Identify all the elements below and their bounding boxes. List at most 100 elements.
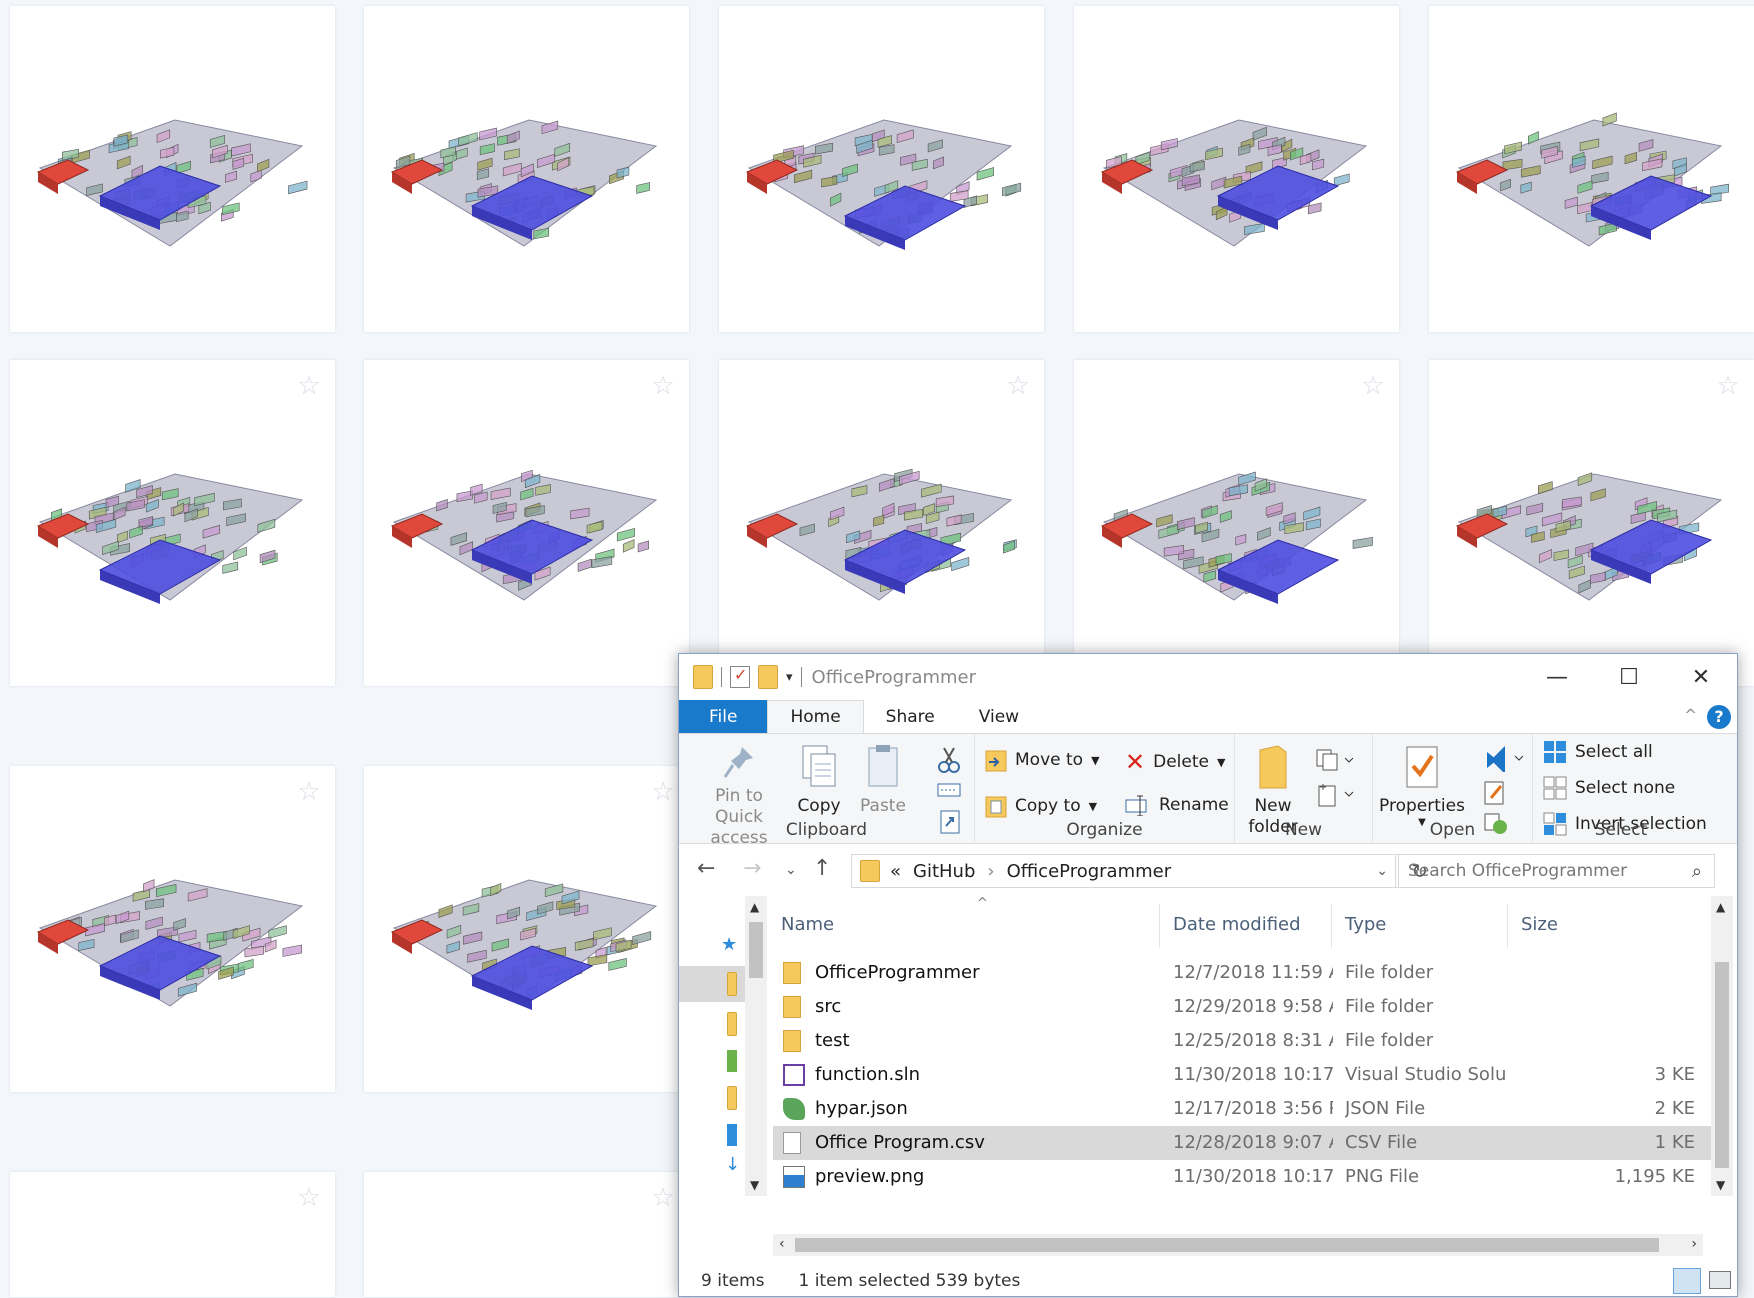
column-header-type[interactable]: Type (1345, 896, 1386, 952)
thumbnail-card[interactable]: ☆ (364, 360, 689, 686)
tab-file[interactable]: File (679, 700, 768, 733)
folder-icon (783, 1030, 801, 1052)
large-icons-view-icon[interactable] (1709, 1271, 1731, 1289)
file-row[interactable]: preview.png 11/30/2018 10:17 ... PNG File 1… (773, 1160, 1713, 1194)
favorite-star-icon[interactable]: ☆ (295, 1184, 323, 1212)
new-folder-icon[interactable] (758, 665, 778, 689)
file-row[interactable]: Office Program.csv 12/28/2018 9:07 AM CSV … (773, 1126, 1713, 1160)
favorite-star-icon[interactable]: ☆ (649, 778, 677, 806)
recent-locations-icon[interactable]: ⌄ (785, 862, 797, 878)
address-bar[interactable]: « GitHub › OfficeProgrammer ⌄ ↻ (851, 854, 1428, 888)
easy-access-icon[interactable] (1313, 780, 1357, 808)
tab-home[interactable]: Home (767, 700, 864, 733)
thumbnail-card[interactable]: ☆ (10, 1172, 335, 1297)
scroll-down-icon[interactable]: ▼ (750, 1178, 759, 1192)
nav-scrollbar[interactable]: ▲ ▼ (745, 896, 767, 1196)
favorite-star-icon[interactable]: ☆ (649, 1184, 677, 1212)
thumbnail-card[interactable]: ☆ (364, 766, 689, 1092)
copy-to-button[interactable]: Copy to ▼ (985, 794, 1097, 818)
tab-view[interactable]: View (957, 700, 1041, 733)
tab-share[interactable]: Share (864, 700, 957, 733)
open-group-label: Open (1429, 820, 1476, 840)
thumbnail-card[interactable] (10, 6, 335, 332)
ribbon-tabs: File Home Share View (679, 700, 1737, 734)
folder-icon (727, 1086, 737, 1110)
file-row[interactable]: test 12/25/2018 8:31 AM File folder (773, 1024, 1713, 1058)
file-list-vertical-scrollbar[interactable]: ▲ ▼ (1711, 896, 1733, 1196)
maximize-button[interactable]: ☐ (1593, 654, 1665, 700)
thumbnail-card[interactable]: ☆ (1429, 360, 1754, 686)
favorite-star-icon[interactable]: ☆ (1004, 372, 1032, 400)
delete-button[interactable]: ✕ Delete ▼ (1125, 748, 1225, 776)
thumbnail-card[interactable] (1074, 6, 1399, 332)
thumbnail-card[interactable]: ☆ (10, 360, 335, 686)
quick-access-pin-icon[interactable]: ★ (721, 934, 737, 955)
new-item-icon[interactable] (1313, 746, 1357, 774)
copy-button[interactable]: Copy (791, 744, 847, 817)
column-header-name[interactable]: Name (781, 896, 834, 952)
scroll-thumb[interactable] (749, 922, 763, 978)
address-dropdown-icon[interactable]: ⌄ (1376, 863, 1388, 879)
thumbnail-card[interactable] (719, 6, 1044, 332)
minimize-button[interactable]: — (1521, 654, 1593, 700)
column-header-date-modified[interactable]: Date modified (1173, 896, 1301, 952)
file-date-modified: 11/30/2018 10:17 ... (1173, 1166, 1333, 1187)
properties-icon[interactable] (730, 665, 750, 688)
file-name: preview.png (815, 1166, 925, 1187)
file-row[interactable]: hypar.json 12/17/2018 3:56 PM JSON File 2 K… (773, 1092, 1713, 1126)
select-all-button[interactable]: Select all (1543, 740, 1653, 764)
help-button[interactable]: ? (1707, 705, 1731, 729)
thumbnail-card[interactable]: ☆ (364, 1172, 689, 1297)
file-name: src (815, 996, 842, 1017)
file-date-modified: 12/17/2018 3:56 PM (1173, 1098, 1333, 1119)
scroll-left-icon[interactable]: ‹ (779, 1236, 785, 1252)
thumbnail-card[interactable] (364, 6, 689, 332)
details-view-icon[interactable] (1673, 1268, 1701, 1294)
file-row[interactable]: function.sln 11/30/2018 10:17 ... Visual S… (773, 1058, 1713, 1092)
favorite-star-icon[interactable]: ☆ (1359, 372, 1387, 400)
collapse-ribbon-icon[interactable]: ^ (1684, 706, 1697, 724)
column-divider (1331, 904, 1332, 948)
close-button[interactable]: ✕ (1665, 654, 1737, 700)
properties-button[interactable]: Properties ▼ (1377, 744, 1467, 829)
scroll-down-icon[interactable]: ▼ (1716, 1178, 1725, 1192)
select-group: Select all Select none Invert selection … (1533, 734, 1709, 844)
file-type: JSON File (1345, 1098, 1426, 1119)
move-to-button[interactable]: Move to ▼ (985, 748, 1100, 772)
scroll-up-icon[interactable]: ▲ (750, 900, 759, 914)
favorite-star-icon[interactable]: ☆ (649, 372, 677, 400)
rename-button[interactable]: Rename (1125, 794, 1229, 816)
scroll-thumb[interactable] (795, 1238, 1659, 1252)
visual-studio-code-icon[interactable] (1483, 744, 1525, 772)
thumbnail-card[interactable]: ☆ (10, 766, 335, 1092)
scroll-right-icon[interactable]: › (1691, 1236, 1697, 1252)
column-header-size[interactable]: Size (1521, 896, 1558, 952)
up-arrow-icon[interactable]: ↑ (813, 856, 831, 881)
paste-button[interactable]: Paste (855, 744, 911, 817)
navigation-pane[interactable]: ★ ↓ ▲ ▼ (679, 896, 767, 1196)
thumbnail-card[interactable]: ☆ (719, 360, 1044, 686)
file-row[interactable]: src 12/29/2018 9:58 AM File folder (773, 990, 1713, 1024)
forward-arrow-icon[interactable]: → (743, 856, 761, 881)
sort-ascending-icon: ^ (977, 896, 988, 911)
thumbnail-card[interactable] (1429, 6, 1754, 332)
favorite-star-icon[interactable]: ☆ (295, 372, 323, 400)
back-arrow-icon[interactable]: ← (697, 856, 715, 881)
select-none-button[interactable]: Select none (1543, 776, 1675, 800)
edit-icon[interactable] (1483, 780, 1507, 806)
building-model-thumbnail (390, 469, 658, 601)
overflow-crumbs-icon[interactable]: « (890, 861, 901, 882)
file-row[interactable]: OfficeProgrammer 12/7/2018 11:59 AM File f… (773, 956, 1713, 990)
copy-path-icon[interactable] (937, 782, 961, 798)
search-input[interactable]: Search OfficeProgrammer ⌕ (1395, 854, 1715, 888)
favorite-star-icon[interactable]: ☆ (295, 778, 323, 806)
breadcrumb-github[interactable]: GitHub (913, 861, 975, 882)
file-list-horizontal-scrollbar[interactable]: ‹ › (773, 1234, 1703, 1256)
thumbnail-card[interactable]: ☆ (1074, 360, 1399, 686)
scroll-up-icon[interactable]: ▲ (1716, 900, 1725, 914)
quick-access-dropdown[interactable]: ▾ (786, 670, 793, 685)
scroll-thumb[interactable] (1715, 962, 1729, 1168)
breadcrumb-officeprogrammer[interactable]: OfficeProgrammer (1007, 861, 1172, 882)
cut-icon[interactable] (937, 746, 961, 774)
favorite-star-icon[interactable]: ☆ (1714, 372, 1742, 400)
